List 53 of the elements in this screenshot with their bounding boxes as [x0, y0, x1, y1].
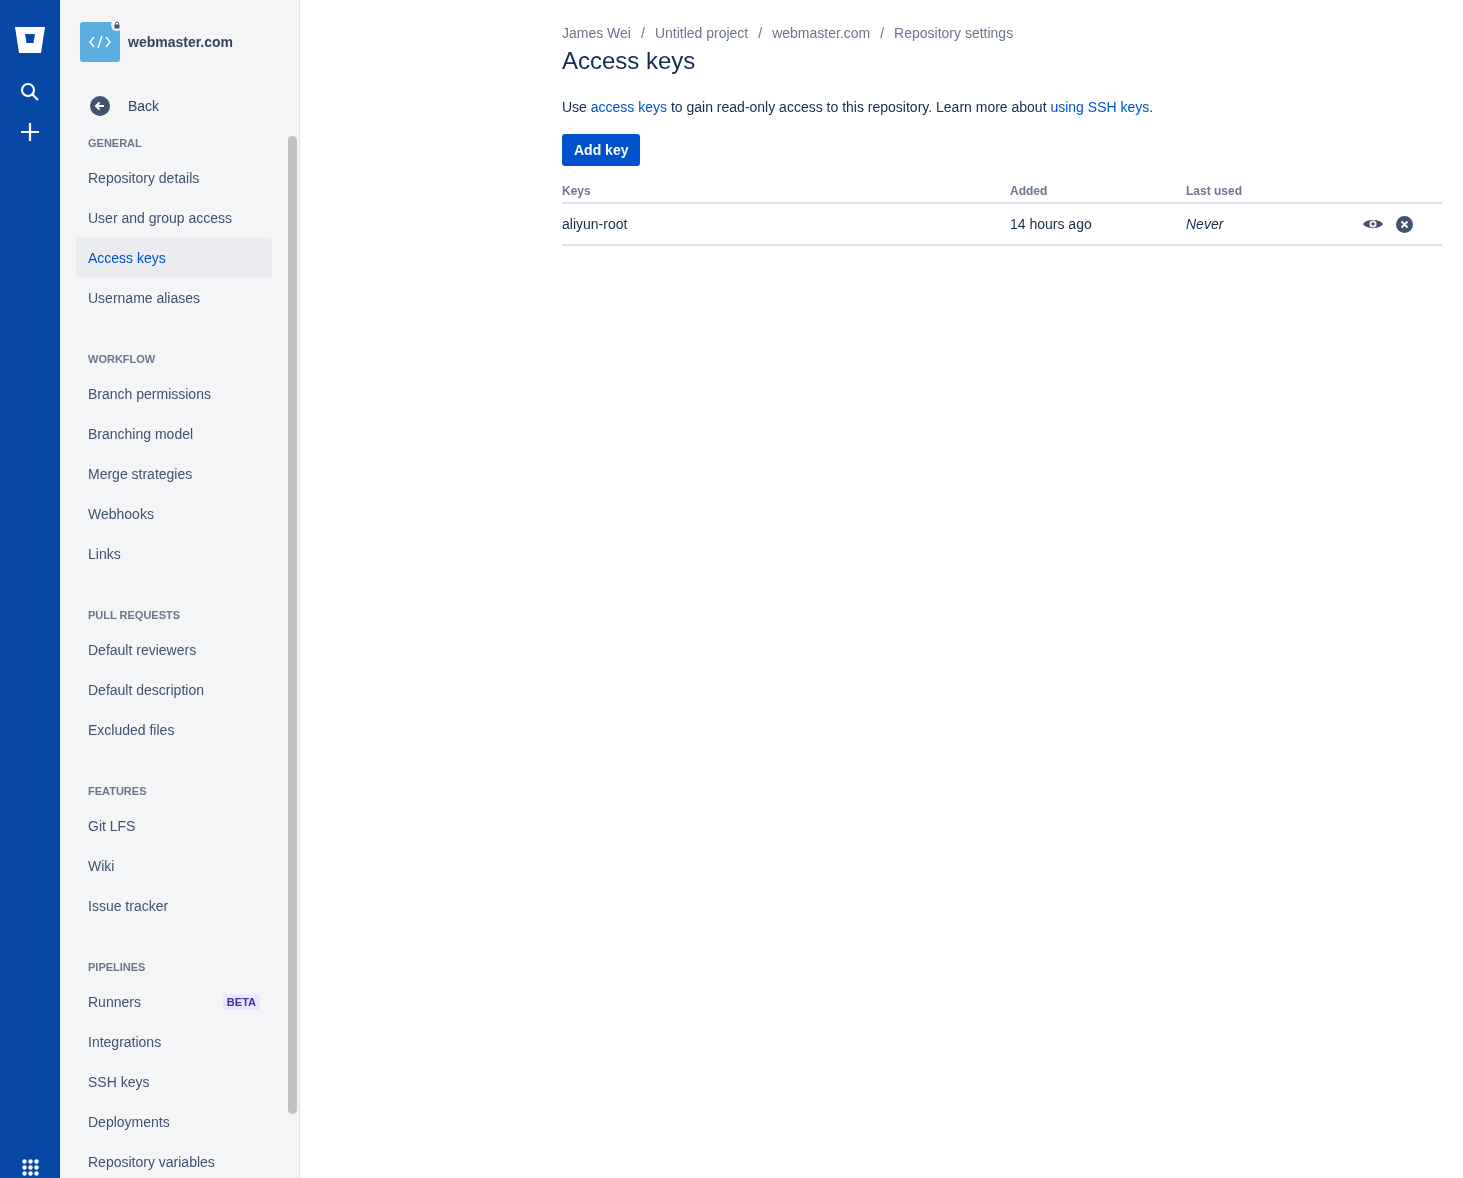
sidebar-item[interactable]: Default description	[76, 670, 272, 710]
column-header: Keys	[562, 184, 592, 198]
search-icon[interactable]	[20, 82, 40, 102]
sidebar-item[interactable]: Access keys	[76, 238, 272, 278]
sidebar-item[interactable]: Wiki	[76, 846, 272, 886]
sidebar-item[interactable]: Excluded files	[76, 710, 272, 750]
sidebar-item[interactable]: Integrations	[76, 1022, 272, 1062]
column-header: Added	[1010, 184, 1049, 198]
section-heading: WORKFLOW	[87, 352, 157, 367]
back-button[interactable]: Back	[90, 96, 160, 116]
description-text: Use access keys to gain read-only access to this repository. Learn more about using SSH keys.	[562, 99, 1155, 115]
breadcrumb-separator: /	[880, 25, 885, 41]
help-link[interactable]: access keys	[590, 99, 668, 115]
sidebar-item[interactable]: Branching model	[76, 414, 272, 454]
section-heading: FEATURES	[87, 784, 148, 799]
plus-icon[interactable]	[20, 122, 40, 142]
last-used-cell-text: Never	[1186, 216, 1225, 232]
section-heading: PULL REQUESTS	[87, 608, 182, 623]
view-eye-icon[interactable]	[1362, 217, 1384, 231]
logo-icon[interactable]	[14, 26, 46, 54]
key-name-cell-text: aliyun-root	[562, 216, 629, 232]
section-heading: PIPELINES	[87, 960, 147, 975]
sidebar-item[interactable]: Webhooks	[76, 494, 272, 534]
delete-icon[interactable]	[1396, 215, 1413, 233]
breadcrumb-link[interactable]: Untitled project	[654, 25, 749, 41]
added-cell-text: 14 hours ago	[1010, 216, 1093, 232]
app-grid-icon[interactable]	[21, 1159, 39, 1176]
scrollbar[interactable]	[288, 136, 297, 1114]
sidebar-item[interactable]: Merge strategies	[76, 454, 272, 494]
sidebar-item[interactable]: Deployments	[76, 1102, 272, 1142]
sidebar-item[interactable]: Repository details	[76, 158, 272, 198]
sidebar-item[interactable]: Links	[76, 534, 272, 574]
repository-name: webmaster.com	[128, 34, 234, 50]
sidebar-item[interactable]: Issue tracker	[76, 886, 272, 926]
sidebar-item[interactable]: Branch permissions	[76, 374, 272, 414]
section-heading: GENERAL	[87, 136, 143, 151]
breadcrumb-link[interactable]: webmaster.com	[772, 25, 871, 41]
code-icon	[89, 35, 111, 49]
add-key-button[interactable]: Add key	[562, 134, 641, 166]
column-header: Last used	[1186, 184, 1243, 198]
sidebar-item[interactable]: Default reviewers	[76, 630, 272, 670]
breadcrumb-separator: /	[641, 25, 645, 41]
sidebar-item[interactable]: Runners BETA	[76, 982, 272, 1022]
sidebar-item[interactable]: Username aliases	[76, 278, 272, 318]
sidebar-item[interactable]: Repository variables	[76, 1142, 272, 1178]
sidebar-item[interactable]: SSH keys	[76, 1062, 272, 1102]
beta-badge: BETA	[222, 994, 260, 1010]
breadcrumb-link[interactable]: James Wei	[562, 25, 631, 41]
breadcrumb-link[interactable]: Repository settings	[894, 25, 1014, 41]
sidebar-item[interactable]: Git LFS	[76, 806, 272, 846]
sidebar-item[interactable]: User and group access	[76, 198, 272, 238]
breadcrumb-separator: /	[758, 25, 763, 41]
page-title: Access keys	[562, 47, 697, 75]
